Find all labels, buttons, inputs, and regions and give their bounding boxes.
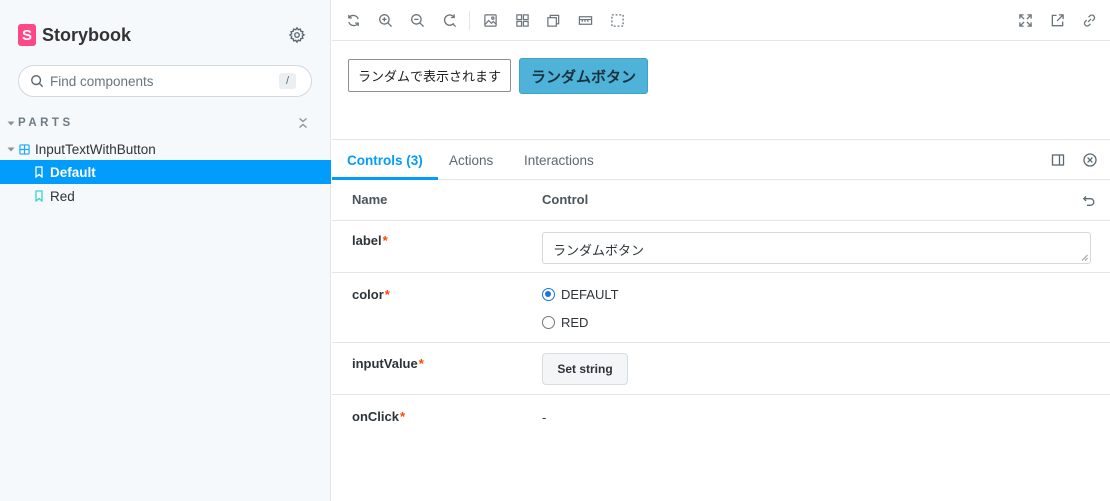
storybook-logo: S [18,24,36,46]
tab-actions[interactable]: Actions [449,140,493,180]
control-row-inputvalue: inputValue* Set string [332,343,1110,395]
bookmark-icon [34,166,44,178]
addons-tabbar: Controls (3) Actions Interactions [332,139,1110,180]
brand-name: Storybook [42,24,132,45]
search-box[interactable]: / [18,65,312,97]
component-icon [19,143,30,155]
prop-name-text: color [352,287,384,302]
control-row-color: color* DEFAULT RED [332,273,1110,343]
required-mark: * [399,409,406,424]
onclick-value: - [542,410,547,425]
story-canvas: ランダムで表示されます ランダムボタン [332,41,1110,139]
prop-name: onClick* [352,409,405,424]
settings-gear-icon[interactable] [288,26,306,44]
component-label: InputTextWithButton [35,141,156,157]
brand[interactable]: S Storybook [18,24,131,46]
required-mark: * [382,233,388,248]
required-mark: * [384,287,390,302]
viewport-icon[interactable] [546,13,561,28]
bookmark-icon [34,190,44,202]
zoom-in-icon[interactable] [378,13,393,28]
color-option-red[interactable]: RED [542,315,588,330]
label-text-field[interactable]: ランダムボタン [542,232,1091,264]
story-red[interactable]: Red [0,184,331,208]
prop-name-text: onClick [352,409,399,424]
controls-header-row: Name Control [332,180,1110,221]
section-label: PARTS [18,117,74,129]
sidebar: S Storybook / PARTS InputTextWithButton [0,0,331,501]
prop-name: label* [352,233,388,248]
column-header-name: Name [352,192,388,207]
toolbar-divider [469,11,470,30]
radio-checked[interactable] [542,288,555,301]
tab-interactions[interactable]: Interactions [524,140,594,180]
story-default[interactable]: Default [0,160,331,184]
grid-icon[interactable] [515,13,530,28]
tree-component-inputtextwithbutton[interactable]: InputTextWithButton [6,140,156,158]
outline-measure-icon[interactable] [578,13,593,28]
search-input[interactable] [50,73,270,89]
preview-text-input[interactable]: ランダムで表示されます [348,59,511,92]
background-icon[interactable] [483,13,498,28]
collapse-all-icon[interactable] [296,116,310,130]
prop-name-text: label [352,233,382,248]
fullscreen-icon[interactable] [1018,13,1033,28]
story-label: Red [50,188,75,204]
preview-random-button[interactable]: ランダムボタン [519,58,648,94]
open-new-tab-icon[interactable] [1050,13,1065,28]
column-header-control: Control [542,192,589,207]
outline-icon[interactable] [610,13,625,28]
search-icon [30,74,44,88]
story-label: Default [50,164,96,180]
copy-link-icon[interactable] [1082,13,1097,28]
prop-name: color* [352,287,390,302]
caret-down-icon [6,118,16,128]
tab-controls[interactable]: Controls (3) [332,140,438,180]
reload-icon[interactable] [346,13,361,28]
search-shortcut-key: / [279,73,296,89]
radio-label: DEFAULT [561,287,619,302]
zoom-reset-icon[interactable] [442,13,457,28]
required-mark: * [418,356,424,371]
zoom-out-icon[interactable] [410,13,425,28]
close-panel-icon[interactable] [1083,153,1097,167]
caret-down-icon [6,144,16,154]
preview-toolbar [332,0,1110,41]
reset-controls-icon[interactable] [1082,193,1096,207]
control-row-label: label* ランダムボタン [332,221,1110,273]
controls-panel: Name Control label* ランダムボタン color* DEFAU… [332,180,1110,501]
control-row-onclick: onClick* - [332,395,1110,455]
section-header-parts[interactable]: PARTS [6,115,316,131]
color-option-default[interactable]: DEFAULT [542,287,619,302]
prop-name: inputValue* [352,356,424,371]
prop-name-text: inputValue [352,356,418,371]
radio-label: RED [561,315,589,330]
radio-unchecked[interactable] [542,316,555,329]
resize-grip-icon[interactable] [1081,254,1088,261]
label-field-value: ランダムボタン [553,243,645,258]
set-string-button[interactable]: Set string [542,353,628,385]
panel-orientation-icon[interactable] [1051,153,1065,167]
